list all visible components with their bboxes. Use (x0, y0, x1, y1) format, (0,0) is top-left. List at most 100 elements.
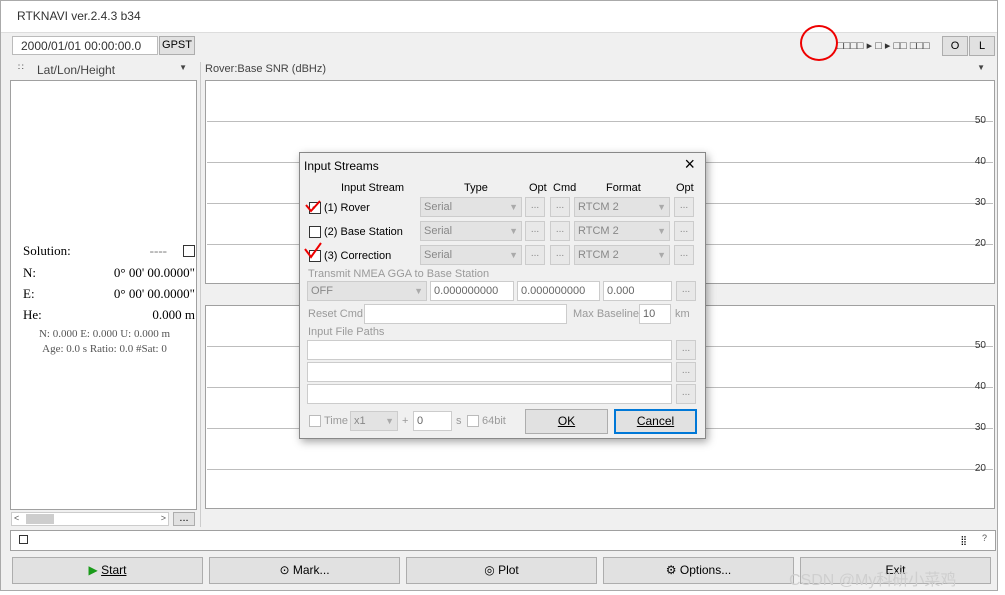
resize-icon: ⣿ (960, 535, 967, 545)
play-icon: ▶ (88, 563, 98, 577)
cancel-label: Cancel (636, 414, 675, 428)
rover-fmt-opt-button[interactable]: ... (674, 197, 694, 217)
stream-row-correction: (3) Correction Serial ▼ ... ... RTCM 2 ▼ .… (300, 245, 705, 267)
correction-opt-button[interactable]: ... (525, 245, 545, 265)
tick-label: 40 (974, 156, 986, 167)
rover-cmd-button[interactable]: ... (550, 197, 570, 217)
file-path-2[interactable] (307, 362, 672, 382)
tick-label: 20 (974, 238, 986, 249)
max-baseline-label: Max Baseline (573, 308, 640, 320)
status-indicators: □□□□ ▸ □ ▸ □□ □□□ (837, 40, 930, 52)
scroll-right-icon[interactable]: > (161, 513, 166, 523)
red-annotation-ticks (304, 200, 322, 259)
rover-format-select[interactable]: RTCM 2 ▼ (574, 197, 670, 217)
tick-label: 50 (974, 340, 986, 351)
file-path-3-browse[interactable]: ... (676, 384, 696, 404)
o-button[interactable]: O (942, 36, 968, 56)
header-opt2: Opt (676, 182, 694, 194)
red-annotation-circle (800, 25, 838, 61)
help-icon[interactable]: ? (982, 533, 987, 543)
file-path-2-browse[interactable]: ... (676, 362, 696, 382)
time-offset-field[interactable]: 0 (413, 411, 452, 431)
nmea-lon-field[interactable]: 0.000000000 (517, 281, 600, 301)
speed-value: x1 (354, 415, 366, 427)
start-label: Start (101, 563, 127, 577)
position-format-dropdown[interactable]: ∷ Lat/Lon/Height ▼ (12, 62, 195, 78)
nmea-height-field[interactable]: 0.000 (603, 281, 672, 301)
age-ratio-info: Age: 0.0 s Ratio: 0.0 #Sat: 0 (42, 343, 167, 355)
position-format-label: Lat/Lon/Height (37, 63, 116, 77)
lon-label: E: (23, 286, 35, 301)
file-path-1-browse[interactable]: ... (676, 340, 696, 360)
chevron-down-icon: ▼ (509, 226, 518, 236)
header-type: Type (464, 182, 488, 194)
correction-type-select[interactable]: Serial ▼ (420, 245, 522, 265)
file-path-1[interactable] (307, 340, 672, 360)
nmea-opt-button[interactable]: ... (676, 281, 696, 301)
close-icon[interactable]: × (684, 154, 695, 175)
ok-button[interactable]: OK (525, 409, 608, 434)
correction-label: (3) Correction (324, 250, 392, 262)
header-cmd: Cmd (553, 182, 577, 194)
mark-label: Mark... (292, 563, 330, 577)
lat-value: 0° 00' 00.0000" (113, 265, 195, 280)
max-baseline-field[interactable]: 10 (639, 304, 671, 324)
chevron-down-icon: ▼ (414, 286, 423, 296)
scroll-left-icon[interactable]: < (14, 513, 19, 523)
chevron-down-icon: ▼ (385, 416, 394, 426)
plot-button[interactable]: ◎ Plot (406, 557, 597, 584)
chevron-down-icon: ▼ (179, 63, 187, 72)
mark-button[interactable]: ⊙ Mark... (209, 557, 400, 584)
mark-icon: ⊙ (279, 563, 290, 577)
seconds-label: s (456, 415, 462, 427)
file-path-3[interactable] (307, 384, 672, 404)
header-input-stream: Input Stream (341, 182, 404, 194)
message-icon (19, 535, 28, 544)
message-bar: ⣿ ? (10, 530, 996, 551)
rover-type-select[interactable]: Serial ▼ (420, 197, 522, 217)
chevron-down-icon: ▼ (977, 63, 985, 72)
correction-type-value: Serial (424, 249, 453, 261)
tick-label: 40 (974, 381, 986, 392)
base-label: (2) Base Station (324, 226, 403, 238)
enu-info: N: 0.000 E: 0.000 U: 0.000 m (38, 328, 171, 340)
base-format-select[interactable]: RTCM 2 ▼ (574, 221, 670, 241)
timesys-button[interactable]: GPST (159, 36, 195, 55)
options-button[interactable]: ⚙ Options... (603, 557, 794, 584)
time-label: Time (324, 415, 349, 427)
tick-label: 20 (974, 463, 986, 474)
chevron-down-icon: ▼ (509, 202, 518, 212)
height-label: He: (23, 307, 42, 322)
correction-cmd-button[interactable]: ... (550, 245, 570, 265)
cancel-button[interactable]: Cancel (614, 409, 697, 434)
solution-label: Solution: (23, 243, 71, 258)
l-button[interactable]: L (969, 36, 995, 56)
input-streams-dialog: Input Streams × Input Stream Type Opt Cm… (299, 152, 706, 439)
ok-label: OK (557, 414, 576, 428)
nmea-mode-select[interactable]: OFF ▼ (307, 281, 427, 301)
nmea-lat-field[interactable]: 0.000000000 (430, 281, 514, 301)
start-button[interactable]: ▶ Start (12, 557, 203, 584)
rover-opt-button[interactable]: ... (525, 197, 545, 217)
nmea-label: Transmit NMEA GGA to Base Station (308, 268, 490, 280)
base-type-select[interactable]: Serial ▼ (420, 221, 522, 241)
reset-cmd-field[interactable] (364, 304, 567, 324)
base-opt-button[interactable]: ... (525, 221, 545, 241)
reset-cmd-label: Reset Cmd (308, 308, 364, 320)
scroll-thumb[interactable] (26, 514, 54, 524)
speed-select[interactable]: x1 ▼ (350, 411, 398, 431)
more-button[interactable]: ... (173, 512, 195, 526)
base-cmd-button[interactable]: ... (550, 221, 570, 241)
correction-fmt-opt-button[interactable]: ... (674, 245, 694, 265)
correction-format-select[interactable]: RTCM 2 ▼ (574, 245, 670, 265)
stream-row-rover: ✓ (1) Rover Serial ▼ ... ... RTCM 2 ▼ ... (300, 197, 705, 219)
stream-row-base: (2) Base Station Serial ▼ ... ... RTCM 2 ▼… (300, 221, 705, 243)
horizontal-scrollbar[interactable]: < > (11, 512, 169, 526)
time-checkbox[interactable] (309, 415, 321, 427)
header-format: Format (606, 182, 641, 194)
base-fmt-opt-button[interactable]: ... (674, 221, 694, 241)
plot-type-dropdown[interactable]: Rover:Base SNR (dBHz) ▼ (203, 62, 993, 78)
solution-status-box (183, 245, 195, 257)
64bit-checkbox[interactable] (467, 415, 479, 427)
watermark: CSDN @My科研小菜鸡 (789, 572, 957, 589)
